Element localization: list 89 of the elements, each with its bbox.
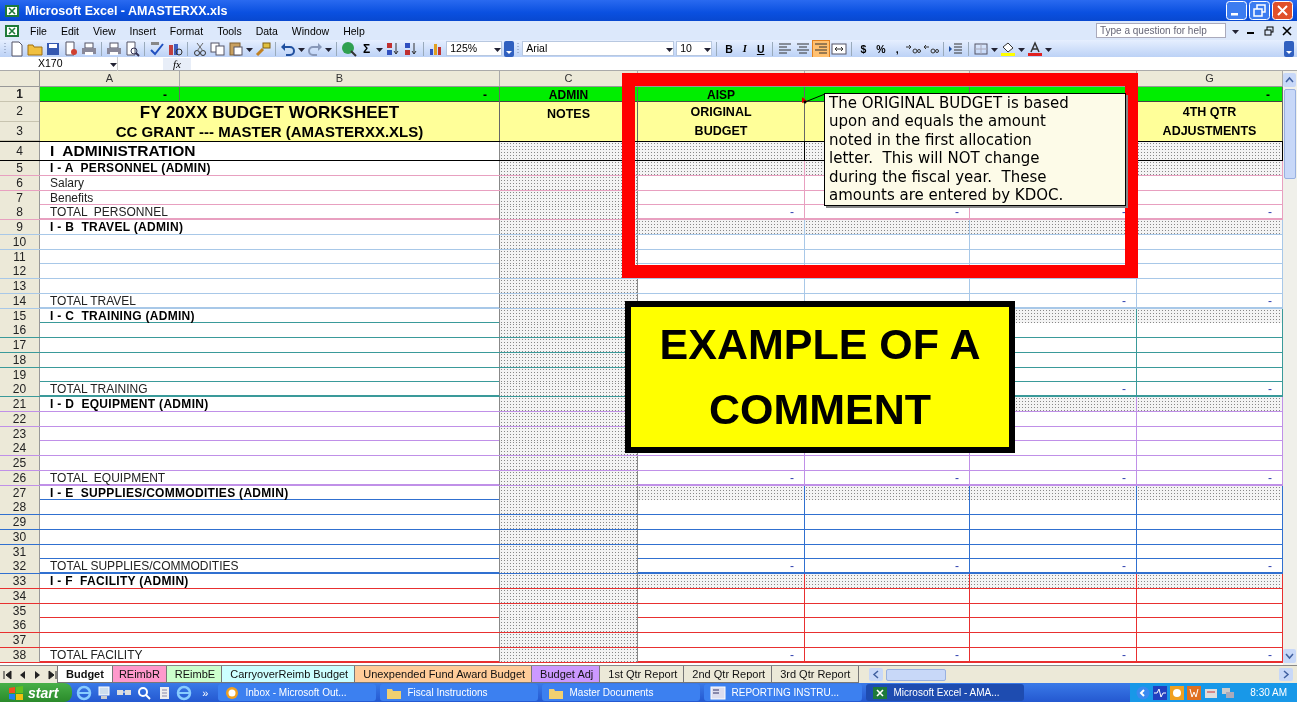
- italic-button[interactable]: I: [738, 40, 751, 57]
- row-header[interactable]: 36: [0, 618, 39, 633]
- row-header[interactable]: 10: [0, 234, 39, 249]
- row-header[interactable]: 27: [0, 485, 39, 500]
- amount-value: -: [638, 559, 805, 574]
- row-header[interactable]: 6: [0, 175, 39, 190]
- amount-value: -: [638, 647, 805, 662]
- row-header[interactable]: 33: [0, 574, 39, 588]
- row-header[interactable]: 11: [0, 249, 39, 264]
- menu-item[interactable]: Edit: [56, 24, 83, 37]
- percent-button[interactable]: %: [872, 40, 890, 57]
- amount-value: -: [805, 647, 970, 662]
- autosum-button[interactable]: Σ: [359, 40, 375, 57]
- row-header[interactable]: 19: [0, 367, 39, 382]
- sheet-tab[interactable]: Budget: [57, 666, 113, 683]
- menu-item[interactable]: View: [89, 24, 120, 37]
- taskbar-button[interactable]: REPORTING INSTRU...: [704, 684, 863, 701]
- comma-style-button[interactable]: ,: [891, 40, 903, 57]
- amount-value: -: [970, 647, 1137, 662]
- menu-item[interactable]: Format: [165, 24, 208, 37]
- show-more-button[interactable]: »: [196, 686, 215, 699]
- worksheet-title: FY 20XX BUDGET WORKSHEET CC GRANT --- MASTER (AMASTERXX.XLS): [40, 102, 500, 141]
- amount-value: -: [805, 559, 970, 574]
- amount-value: -: [970, 470, 1137, 485]
- row-header[interactable]: 35: [0, 603, 39, 618]
- font-dropdown[interactable]: Arial: [522, 41, 675, 56]
- row-header[interactable]: 12: [0, 264, 39, 279]
- row-header[interactable]: 29: [0, 515, 39, 529]
- underline-button[interactable]: U: [752, 40, 769, 57]
- menu-item[interactable]: Insert: [125, 24, 160, 37]
- row-header[interactable]: 18: [0, 352, 39, 367]
- taskbar-button[interactable]: Inbox - Microsoft Out...: [218, 684, 377, 701]
- column-header[interactable]: A: [40, 71, 180, 86]
- row-header[interactable]: 8: [0, 205, 39, 220]
- row-header[interactable]: 24: [0, 441, 39, 456]
- window-title: Microsoft Excel - AMASTERXX.xls: [25, 3, 229, 18]
- menu-item[interactable]: Data: [251, 24, 282, 37]
- row-header[interactable]: 32: [0, 559, 39, 574]
- taskbar-button[interactable]: Master Documents: [542, 684, 701, 701]
- row-header[interactable]: 31: [0, 544, 39, 559]
- amount-value: -: [638, 205, 805, 220]
- row-header[interactable]: 30: [0, 529, 39, 544]
- row-header[interactable]: 34: [0, 588, 39, 603]
- row-header[interactable]: 22: [0, 411, 39, 426]
- row-header[interactable]: 26: [0, 470, 39, 485]
- currency-button[interactable]: $: [856, 40, 871, 57]
- row-header[interactable]: 15: [0, 308, 39, 323]
- amount-value: -: [805, 470, 970, 485]
- column-header[interactable]: C: [500, 71, 638, 86]
- column-heading: NOTES: [500, 102, 638, 141]
- row-header[interactable]: 2: [0, 102, 39, 122]
- row-header[interactable]: 7: [0, 190, 39, 205]
- amount-value: -: [638, 470, 805, 485]
- row-header[interactable]: 9: [0, 220, 39, 234]
- font-size-dropdown[interactable]: 10: [676, 41, 713, 56]
- row-header[interactable]: 23: [0, 426, 39, 441]
- name-box[interactable]: X170: [0, 56, 118, 71]
- row-header[interactable]: 14: [0, 293, 39, 308]
- taskbar-button[interactable]: Microsoft Excel - AMA...: [866, 684, 1025, 701]
- menu-item[interactable]: Help: [339, 24, 369, 37]
- row-header[interactable]: 21: [0, 397, 39, 411]
- row-header[interactable]: 3: [0, 121, 39, 141]
- row-header[interactable]: 28: [0, 500, 39, 515]
- menu-item[interactable]: Tools: [213, 24, 246, 37]
- row-header[interactable]: 25: [0, 456, 39, 470]
- row-header[interactable]: 4: [0, 142, 39, 160]
- callout-label: EXAMPLE OF A COMMENT: [625, 301, 1015, 453]
- insert-function-button[interactable]: fx: [163, 57, 191, 70]
- menu-item[interactable]: Window: [287, 24, 334, 37]
- sheet-tab[interactable]: 3rd Qtr Report: [771, 666, 860, 683]
- row-header[interactable]: 20: [0, 382, 39, 397]
- amount-value: -: [970, 559, 1137, 574]
- zoom-dropdown[interactable]: 125%: [446, 41, 503, 56]
- row-header[interactable]: 13: [0, 279, 39, 293]
- column-heading: ORIGINAL BUDGET: [638, 102, 805, 141]
- row-header[interactable]: 37: [0, 633, 39, 647]
- help-search-field[interactable]: Type a question for help: [1096, 23, 1226, 38]
- row-header[interactable]: 5: [0, 161, 39, 175]
- clock: 8:30 AM: [1250, 687, 1287, 698]
- column-heading: 4TH QTR ADJUSTMENTS: [1137, 102, 1283, 141]
- column-header[interactable]: B: [180, 71, 500, 86]
- comment-note: The ORIGINAL BUDGET is based upon and equals the amount noted in the first allocation letter. This will NOT change during the fiscal year. These amounts are entered by KDOC.: [824, 93, 1126, 206]
- bold-button[interactable]: B: [721, 40, 737, 57]
- start-button[interactable]: start: [0, 683, 73, 702]
- menu-item[interactable]: File: [26, 24, 51, 37]
- row-header[interactable]: 16: [0, 323, 39, 338]
- row-header[interactable]: 17: [0, 338, 39, 352]
- row-header[interactable]: 38: [0, 647, 39, 662]
- taskbar-button[interactable]: Fiscal Instructions: [380, 684, 539, 701]
